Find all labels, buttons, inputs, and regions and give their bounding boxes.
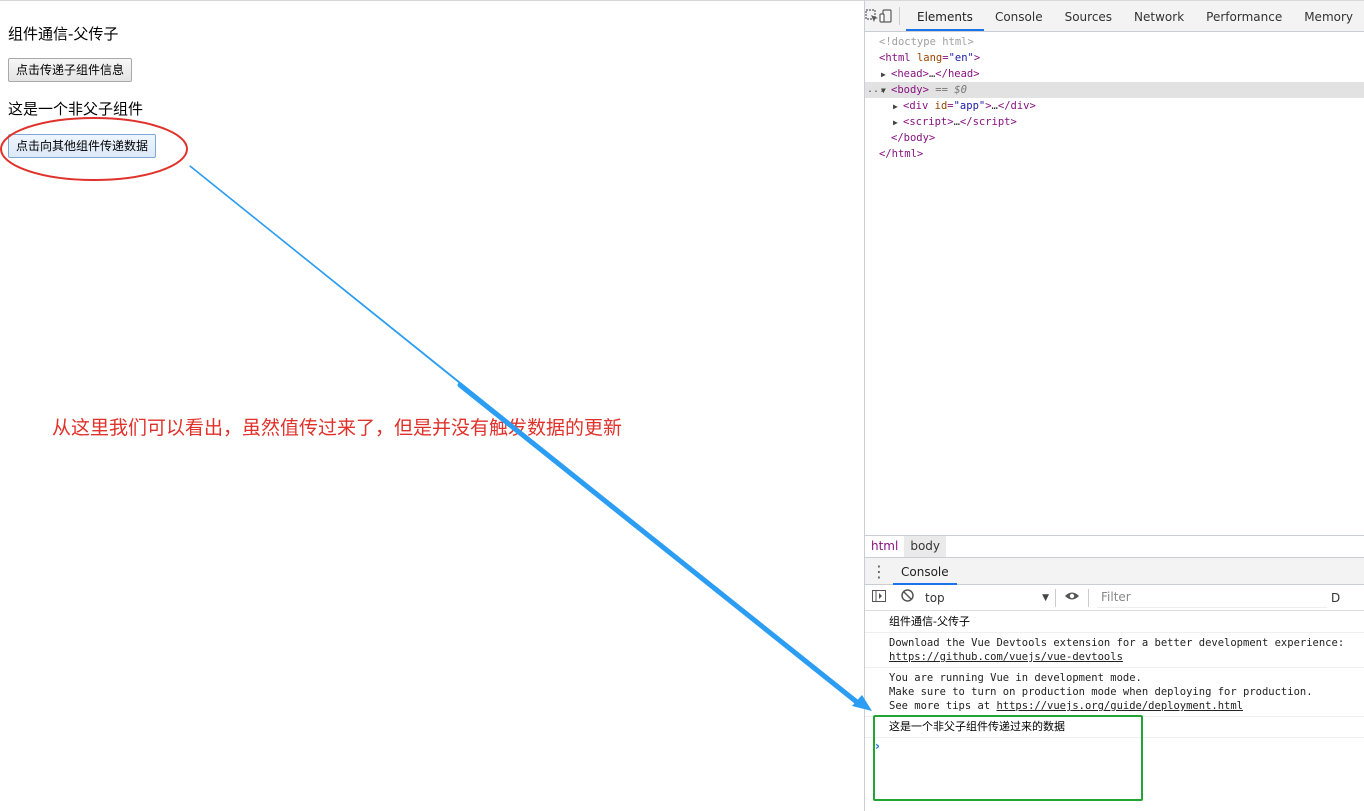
- toolbar-divider: [1055, 588, 1056, 607]
- console-message-highlighted: 这是一个非父子组件传递过来的数据: [865, 717, 1364, 738]
- context-selector[interactable]: top ▼: [921, 588, 1053, 608]
- tree-node-html[interactable]: <html lang="en">: [865, 50, 1364, 66]
- tab-memory[interactable]: Memory: [1293, 1, 1364, 31]
- message-text: 组件通信-父传子: [889, 615, 970, 628]
- tree-node-div-app[interactable]: ▶ <div id="app">…</div>: [865, 98, 1364, 114]
- message-text: 这是一个非父子组件传递过来的数据: [889, 720, 1065, 733]
- kebab-menu-icon[interactable]: ⋮: [865, 562, 893, 581]
- script-tag: script: [909, 116, 948, 128]
- send-to-child-button[interactable]: 点击传递子组件信息: [8, 58, 133, 82]
- more-ellipsis-icon[interactable]: ...: [867, 82, 885, 98]
- div-attr-value: "app": [953, 100, 986, 112]
- tab-performance[interactable]: Performance: [1195, 1, 1293, 31]
- tree-node-html-close[interactable]: </html>: [865, 146, 1364, 162]
- elements-tree: <!doctype html> <html lang="en"> ▶ <head>…: [865, 32, 1364, 533]
- toolbar-divider: [1088, 588, 1089, 607]
- drawer-tab-bar: ⋮ Console: [865, 558, 1364, 585]
- tree-node-head[interactable]: ▶ <head>…</head>: [865, 66, 1364, 82]
- device-toggle-icon[interactable]: [879, 1, 893, 31]
- console-message: You are running Vue in development mode.…: [865, 668, 1364, 717]
- tab-console[interactable]: Console: [984, 1, 1054, 31]
- console-toolbar: top ▼ D: [865, 585, 1364, 611]
- head-tag: head: [897, 68, 923, 80]
- html-tag: html: [885, 52, 911, 64]
- div-attr: id: [934, 100, 948, 112]
- tree-node-body-selected[interactable]: ... ▼ <body> == $0: [865, 82, 1364, 98]
- tree-node-body-close[interactable]: </body>: [865, 130, 1364, 146]
- breadcrumb: html body: [865, 535, 1364, 558]
- eye-icon[interactable]: [1058, 590, 1086, 605]
- devtools-tab-bar: Elements Console Sources Network Perform…: [865, 1, 1364, 32]
- expand-triangle-icon[interactable]: ▶: [893, 115, 903, 131]
- message-text: You are running Vue in development mode.: [889, 672, 1142, 684]
- context-value: top: [925, 590, 945, 605]
- page-title: 组件通信-父传子: [8, 25, 119, 43]
- message-text: Make sure to turn on production mode whe…: [889, 686, 1313, 698]
- tree-node-doctype[interactable]: <!doctype html>: [865, 34, 1364, 50]
- html-close-tag: </html>: [879, 148, 924, 160]
- breadcrumb-html[interactable]: html: [865, 536, 904, 557]
- annotation-text: 从这里我们可以看出，虽然值传过来了，但是并没有触发数据的更新: [52, 417, 623, 439]
- send-to-other-component-button[interactable]: 点击向其他组件传递数据: [8, 134, 157, 158]
- selected-node-marker: == $0: [935, 84, 967, 96]
- clear-console-icon[interactable]: [893, 589, 921, 606]
- tab-elements[interactable]: Elements: [906, 1, 984, 31]
- doctype-text: <!doctype html>: [879, 36, 974, 48]
- tab-sources[interactable]: Sources: [1054, 1, 1123, 31]
- console-message: 组件通信-父传子: [865, 612, 1364, 633]
- drawer-tab-console[interactable]: Console: [893, 558, 957, 585]
- tree-node-script[interactable]: ▶ <script>…</script>: [865, 114, 1364, 130]
- vue-deployment-link[interactable]: https://vuejs.org/guide/deployment.html: [996, 700, 1243, 712]
- dropdown-arrow-icon: ▼: [1042, 592, 1049, 603]
- body-close-tag: </body>: [891, 132, 936, 144]
- inspect-icon[interactable]: [865, 1, 879, 31]
- section-label: 这是一个非父子组件: [8, 100, 144, 118]
- message-text: See more tips at: [889, 700, 997, 712]
- show-sidebar-icon[interactable]: [865, 589, 893, 606]
- devtools-panel: Elements Console Sources Network Perform…: [864, 0, 1364, 811]
- vue-devtools-link[interactable]: https://github.com/vuejs/vue-devtools: [889, 651, 1123, 663]
- html-attr: lang: [916, 52, 943, 64]
- tab-network[interactable]: Network: [1123, 1, 1195, 31]
- expand-triangle-icon[interactable]: ▶: [893, 99, 903, 115]
- console-prompt-icon[interactable]: ›: [865, 738, 1364, 754]
- console-filter-input[interactable]: [1097, 587, 1327, 608]
- breadcrumb-body[interactable]: body: [904, 536, 947, 557]
- page-viewport: 组件通信-父传子 点击传递子组件信息 这是一个非父子组件 点击向其他组件传递数据…: [0, 0, 864, 811]
- expand-triangle-icon[interactable]: ▶: [881, 67, 891, 83]
- body-tag: body: [897, 84, 923, 96]
- message-text: Download the Vue Devtools extension for …: [889, 637, 1345, 649]
- toolbar-divider: [899, 7, 900, 25]
- html-attr-value: "en": [948, 52, 974, 64]
- console-message: Download the Vue Devtools extension for …: [865, 633, 1364, 668]
- div-tag: div: [909, 100, 929, 112]
- console-messages: 组件通信-父传子 Download the Vue Devtools exten…: [865, 612, 1364, 811]
- log-level-selector[interactable]: D: [1331, 591, 1340, 605]
